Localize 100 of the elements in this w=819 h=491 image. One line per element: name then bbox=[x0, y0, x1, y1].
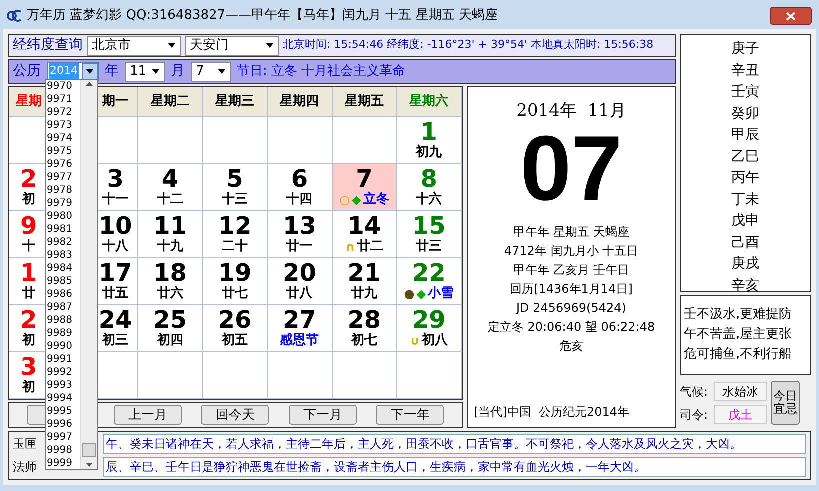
day-number: 2 bbox=[20, 166, 38, 192]
year-option[interactable]: 9974 bbox=[46, 132, 80, 145]
nav-button[interactable]: 上一月 bbox=[114, 405, 182, 425]
day-number: 18 bbox=[154, 260, 187, 286]
ganzhi-item: 丁未 bbox=[732, 190, 760, 210]
day-cell[interactable]: 12 二十 bbox=[203, 211, 268, 258]
lunar-date: 十一 bbox=[102, 192, 129, 208]
day-cell[interactable]: 5 十三 bbox=[203, 164, 268, 211]
lunar-date: 廿五 bbox=[102, 286, 129, 302]
day-number: 28 bbox=[348, 307, 382, 333]
marker-symbol: ○ bbox=[340, 192, 350, 208]
scrollbar[interactable] bbox=[80, 80, 97, 469]
day-cell[interactable]: 8 十六 bbox=[397, 164, 462, 211]
day-cell[interactable]: 15 廿三 bbox=[397, 211, 462, 258]
date-detail: 定立冬 20:06:40 望 06:22:48 bbox=[488, 318, 656, 336]
year-option[interactable]: 9999 bbox=[46, 457, 80, 470]
place-select[interactable]: 天安门 bbox=[185, 36, 279, 56]
day-cell[interactable]: 20 廿八 bbox=[268, 258, 333, 305]
verse-line: 壬不汲水,更难提防 bbox=[684, 306, 794, 324]
year-option[interactable]: 9996 bbox=[46, 418, 80, 431]
weekday-header: 星期四 bbox=[268, 87, 333, 117]
day-number: 11 bbox=[154, 213, 187, 239]
today-advice-button[interactable]: 今日 宜忌 bbox=[771, 381, 800, 425]
lunar-date: 初七 bbox=[351, 333, 378, 349]
day-cell[interactable]: 22 ● ◆小雪 bbox=[397, 258, 462, 305]
marker-symbol: ∩ bbox=[346, 239, 356, 255]
nav-button[interactable]: 回今天 bbox=[201, 405, 270, 425]
nav-button[interactable]: 下一年 bbox=[376, 405, 444, 425]
close-button[interactable] bbox=[770, 7, 812, 25]
day-number: 5 bbox=[226, 166, 244, 192]
day-number: 10 bbox=[98, 213, 132, 239]
year-option[interactable]: 9995 bbox=[46, 405, 80, 418]
year-option[interactable]: 9975 bbox=[46, 145, 80, 158]
day-select[interactable]: 7 bbox=[191, 62, 231, 82]
window-title: 万年历 蓝梦幻影 QQ:316483827——甲午年【马年】闰九月 十五 星期五 天蝎座 bbox=[27, 7, 499, 26]
day-cell[interactable]: 1 初九 bbox=[397, 117, 462, 164]
caret-icon bbox=[86, 69, 94, 74]
day-number: 19 bbox=[218, 260, 252, 286]
day-number: 3 bbox=[20, 354, 38, 380]
lunar-date: 廿 bbox=[22, 286, 36, 302]
date-detail: 回历[1436年1月14日] bbox=[510, 280, 633, 298]
day-number: 12 bbox=[218, 213, 252, 239]
field-label: 司令: bbox=[680, 406, 708, 424]
value-field: 戊土 bbox=[714, 405, 768, 424]
note-label: 玉匣 bbox=[13, 436, 37, 453]
city-select[interactable]: 北京市 bbox=[87, 36, 181, 56]
lunar-date: 廿一 bbox=[286, 239, 313, 255]
day-cell[interactable]: 18 廿六 bbox=[138, 258, 204, 305]
day-cell[interactable]: 21 廿九 bbox=[332, 258, 398, 305]
lunar-date: 廿九 bbox=[351, 286, 378, 302]
dropdown-button[interactable] bbox=[82, 63, 98, 80]
note-label: 法师 bbox=[13, 459, 37, 476]
lunar-date: 廿八 bbox=[286, 286, 313, 302]
day-cell[interactable]: 11 十九 bbox=[138, 211, 204, 258]
festival-info: 节日: 立冬 十月社会主义革命 bbox=[237, 62, 406, 81]
ganzhi-item: 壬寅 bbox=[732, 83, 760, 102]
day-cell[interactable]: 19 廿七 bbox=[203, 258, 268, 305]
day-cell[interactable]: 13 廿一 bbox=[268, 211, 333, 258]
weekday-header: 星期五 bbox=[332, 87, 398, 117]
day-number: 8 bbox=[420, 166, 438, 192]
marker-symbol: ◆ bbox=[352, 192, 362, 208]
lunar-date: 廿六 bbox=[157, 286, 184, 302]
day-cell[interactable]: 14 ∩廿二 bbox=[332, 211, 398, 258]
ganzhi-item: 庚戌 bbox=[732, 255, 760, 274]
day-number: 20 bbox=[283, 260, 316, 286]
verse-line: 午不苦盖,屋主更张 bbox=[684, 326, 794, 344]
ganzhi-item: 乙巳 bbox=[732, 148, 760, 166]
app-logo-icon bbox=[7, 9, 23, 23]
year-option[interactable]: 9998 bbox=[46, 444, 80, 457]
caret-icon bbox=[218, 69, 226, 74]
date-detail: JD 2456969(5424) bbox=[516, 300, 626, 316]
time-info: 北京时间: 15:54:46 经纬度: -116°23' + 39°54' 本地真太阳时: 15:56:38 bbox=[283, 37, 654, 54]
lunar-date: 初五 bbox=[222, 333, 248, 349]
day-number: 25 bbox=[154, 307, 187, 333]
lunar-date: 十八 bbox=[102, 239, 129, 255]
day-cell[interactable]: 7 ○ ◆立冬 bbox=[332, 164, 398, 211]
ganzhi-item: 己酉 bbox=[732, 234, 760, 252]
day-number: 2 bbox=[20, 307, 38, 333]
scroll-down-icon[interactable] bbox=[86, 463, 92, 467]
ganzhi-item: 癸卯 bbox=[732, 104, 760, 124]
calendar-label: 公历 bbox=[13, 62, 41, 81]
nav-button[interactable]: 下一月 bbox=[288, 405, 357, 425]
day-number: 14 bbox=[348, 213, 382, 239]
year-option[interactable]: 9973 bbox=[46, 119, 80, 132]
marker-symbol: ◆ bbox=[416, 286, 426, 302]
ganzhi-item: 辛亥 bbox=[732, 276, 760, 296]
ganzhi-item: 丙午 bbox=[732, 169, 760, 188]
lunar-date: 初三 bbox=[102, 333, 129, 349]
note-text: 辰、辛巳、壬午日是狰狞神恶鬼在世捡斋，设斋者主伤人口，生疾病，家中常有血光火烛，一年大凶。 bbox=[103, 457, 806, 477]
festival-label: 小雪 bbox=[428, 286, 454, 302]
scroll-thumb[interactable] bbox=[82, 443, 96, 457]
day-number: 15 bbox=[412, 213, 446, 239]
year-option[interactable]: 9997 bbox=[46, 431, 80, 444]
lunar-date: 初八 bbox=[422, 333, 448, 349]
day-cell[interactable]: 4 十二 bbox=[138, 164, 204, 211]
era-text: [当代]中国 公历纪元2014年 bbox=[473, 404, 630, 421]
field-label: 气候: bbox=[680, 384, 708, 400]
marker-symbol: ● bbox=[404, 286, 415, 302]
lunar-date: 初四 bbox=[157, 333, 184, 349]
month-select[interactable]: 11 bbox=[125, 62, 165, 82]
